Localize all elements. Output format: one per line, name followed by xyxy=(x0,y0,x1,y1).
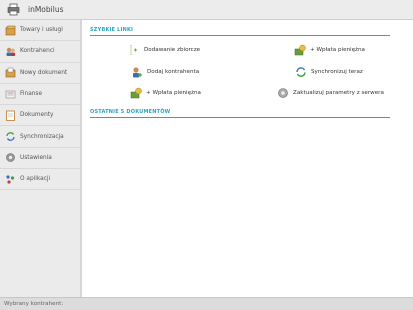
sidebar-item-label: O aplikacji xyxy=(20,176,51,183)
cash-deposit-link[interactable]: + Wpłata pieniężna xyxy=(130,87,201,99)
sidebar-item-label: Ustawienia xyxy=(20,154,52,161)
sidebar-item-synchronizacja[interactable]: Synchronizacja xyxy=(0,126,80,148)
sync-now-icon xyxy=(295,66,307,78)
recent-docs-header: OSTATNIE 5 DOKUMENTÓW xyxy=(90,109,390,118)
status-bar: Wybrany kontrahent: xyxy=(0,297,413,310)
app-title: inMobilus xyxy=(28,5,64,14)
sidebar-item-label: Towary i usługi xyxy=(20,27,63,34)
sidebar-item-label: Synchronizacja xyxy=(20,133,64,140)
bulk-add-icon xyxy=(128,44,140,56)
box-icon xyxy=(4,24,16,36)
sync-now-link[interactable]: Synchronizuj teraz xyxy=(295,66,363,78)
main-panel: SZYBKIE LINKI Dodawanie zbiorcze + Wpłat… xyxy=(84,20,413,297)
link-label: Dodawanie zbiorcze xyxy=(144,47,201,53)
sidebar-item-dokumenty[interactable]: Dokumenty xyxy=(0,105,80,127)
sidebar-item-label: Dokumenty xyxy=(20,112,54,119)
sidebar-item-kontrahenci[interactable]: Kontrahenci xyxy=(0,41,80,63)
selected-contractor-label: Wybrany kontrahent: xyxy=(4,301,64,307)
sidebar-item-towary[interactable]: Towary i usługi xyxy=(0,20,80,42)
sidebar-item-label: Finanse xyxy=(20,91,43,98)
sidebar-item-label: Nowy dokument xyxy=(20,69,68,76)
link-label: + Wpłata pieniężna xyxy=(310,47,365,53)
sidebar-item-nowy-dokument[interactable]: Nowy dokument xyxy=(0,63,80,84)
server-update-link[interactable]: Zaktualizuj parametry z serwera xyxy=(277,87,384,99)
quick-links-header: SZYBKIE LINKI xyxy=(90,27,390,36)
new-document-icon xyxy=(4,67,16,79)
settings-icon xyxy=(4,152,16,164)
cash-deposit-icon xyxy=(130,87,142,99)
add-contractor-link[interactable]: Dodaj kontrahenta xyxy=(131,66,199,78)
sidebar-item-finanse[interactable]: Finanse xyxy=(0,84,80,106)
sidebar-item-o-aplikacji[interactable]: O aplikacji xyxy=(0,169,80,191)
add-contractor-icon xyxy=(131,66,143,78)
cash-deposit-icon xyxy=(294,44,306,56)
link-label: Synchronizuj teraz xyxy=(311,69,363,75)
link-label: + Wpłata pieniężna xyxy=(146,90,201,96)
link-label: Dodaj kontrahenta xyxy=(147,69,200,75)
sidebar-item-ustawienia[interactable]: Ustawienia xyxy=(0,148,80,170)
bulk-add-link[interactable]: Dodawanie zbiorcze xyxy=(128,44,200,56)
finance-icon xyxy=(4,88,16,100)
printer-icon xyxy=(6,3,20,17)
server-update-icon xyxy=(277,87,289,99)
title-bar: inMobilus xyxy=(0,0,413,20)
contacts-icon xyxy=(4,45,16,57)
sidebar-item-label: Kontrahenci xyxy=(20,48,55,55)
cash-deposit-link[interactable]: + Wpłata pieniężna xyxy=(294,44,365,56)
about-icon xyxy=(4,173,16,185)
sidebar: Towary i usługi Kontrahenci Nowy dokumen… xyxy=(0,20,82,297)
sync-icon xyxy=(4,131,16,143)
documents-icon xyxy=(4,109,16,121)
link-label: Zaktualizuj parametry z serwera xyxy=(293,90,384,96)
